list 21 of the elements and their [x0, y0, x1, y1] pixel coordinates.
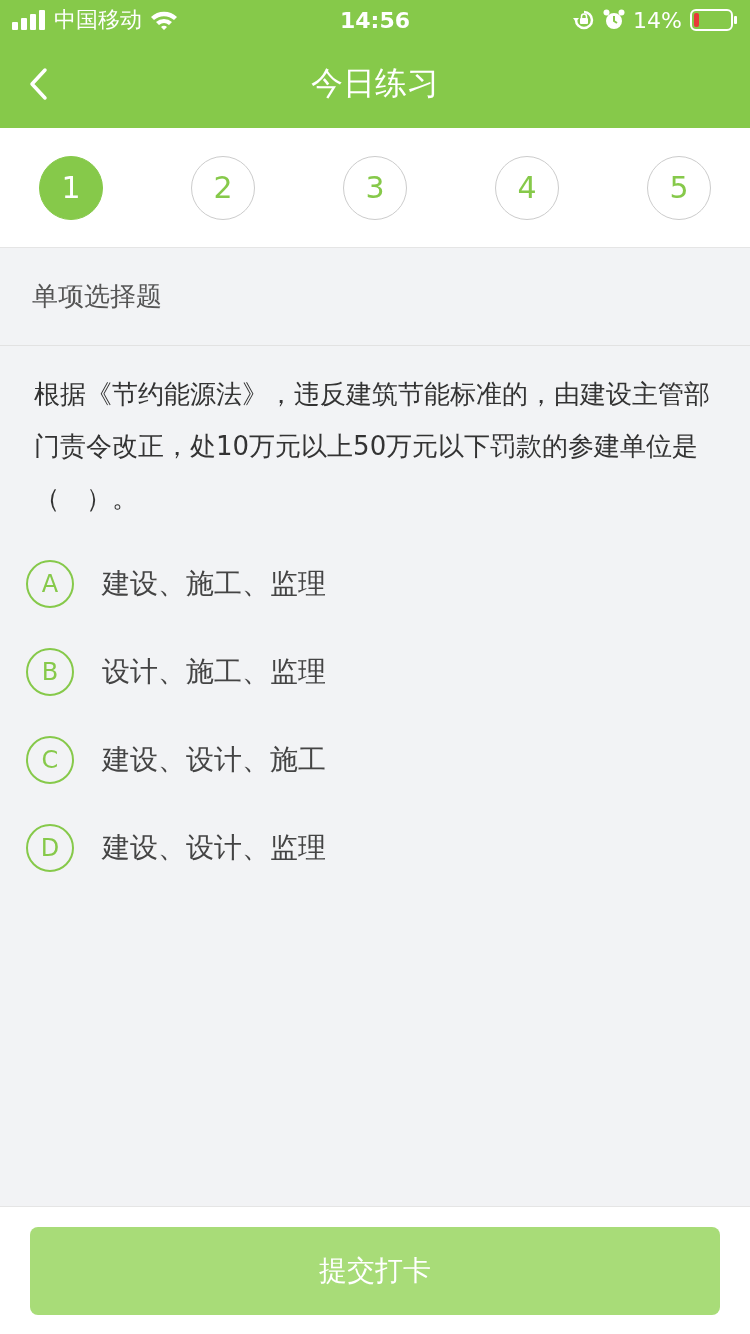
battery-icon	[690, 9, 738, 31]
option-letter[interactable]: A	[26, 560, 74, 608]
alarm-icon	[603, 9, 626, 31]
battery-percent: 14%	[633, 7, 682, 33]
question-number-tab[interactable]: 1	[39, 155, 103, 220]
page-title: 今日练习	[311, 63, 439, 104]
carrier-name: 中国移动	[54, 6, 142, 34]
option-text[interactable]: 建设、施工、监理	[102, 565, 326, 603]
option-text[interactable]: 建设、设计、施工	[102, 741, 326, 779]
clock-time: 14:56	[339, 7, 411, 33]
option-letter[interactable]: D	[26, 824, 74, 872]
option-letter[interactable]: C	[26, 736, 74, 784]
question-type-label: 单项选择题	[0, 248, 750, 346]
option-letter[interactable]: B	[26, 648, 74, 696]
option-text[interactable]: 建设、设计、监理	[102, 829, 326, 867]
wifi-icon	[150, 10, 178, 30]
signal-icon	[12, 10, 46, 30]
back-icon[interactable]	[28, 67, 48, 101]
rotation-lock-icon	[573, 9, 596, 31]
option-text[interactable]: 设计、施工、监理	[102, 653, 326, 691]
question-text: 根据《节约能源法》，违反建筑节能标准的，由建设主管部门责令改正，处10万元以上50万元以下罚款的参建单位是（ ）。	[34, 378, 711, 515]
